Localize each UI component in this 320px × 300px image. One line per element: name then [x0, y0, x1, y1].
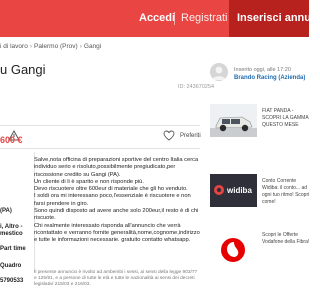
- ad-description: Salve,nota officina di preparazioni spor…: [34, 157, 200, 245]
- sidebar-ad-text: FIAT PANDA - SCOPRI LA GAMMA QUESTO MESE: [262, 108, 309, 128]
- detail-category-cont: mestico: [0, 231, 23, 237]
- description-paragraph: Salve,nota officina di preparazioni spor…: [34, 157, 199, 178]
- seller-post-time: Inserito oggi, alle 17:20: [234, 67, 291, 73]
- favorites-label[interactable]: Preferiti: [180, 133, 201, 139]
- detail-reference: 5790533: [0, 278, 24, 284]
- breadcrumb-item-city[interactable]: Gangi: [84, 43, 101, 50]
- description-paragraph: Un cliente di li è sparito e non rispond…: [34, 178, 144, 185]
- description-paragraph: Devo riscuotere oltre 600eur di material…: [34, 186, 188, 193]
- legal-note: Il presente annuncio è rivolto ad ambemb…: [34, 270, 198, 288]
- post-ad-button[interactable]: Inserisci annu: [229, 0, 311, 37]
- sidebar-ad-fiat[interactable]: FIAT PANDA - SCOPRI LA GAMMA QUESTO MESE: [210, 104, 308, 144]
- sidebar-ad-text: Conto Corrente Widiba: il conto... ad og…: [262, 178, 310, 205]
- user-silhouette-icon: [212, 66, 226, 80]
- detail-contract: Part time: [0, 246, 26, 252]
- avatar[interactable]: [210, 63, 228, 81]
- top-navigation-bar: Accedi Registrati Inserisci annu: [0, 0, 311, 37]
- breadcrumb-item-category[interactable]: i di lavoro: [0, 43, 28, 50]
- detail-category: i, Altro -: [0, 224, 23, 230]
- page-title: u Gangi: [0, 62, 46, 77]
- breadcrumb-item-province[interactable]: Palermo (Prov): [34, 43, 78, 50]
- nav-divider: [174, 12, 175, 25]
- description-paragraph: Sono quindi disposto ad avere anche solo…: [34, 208, 199, 222]
- sidebar-ad-vodafone[interactable]: Scopri le Offerte Vodafone della Fibra!: [210, 228, 309, 273]
- register-button[interactable]: Registrati: [181, 0, 227, 37]
- ad-id: ID: 243670254: [178, 84, 215, 90]
- widiba-logo-text: widiba: [226, 186, 252, 195]
- breadcrumb: i di lavoro › Palermo (Prov) › Gangi: [0, 43, 101, 50]
- login-button[interactable]: Accedi: [139, 0, 175, 37]
- detail-level: Quadro: [0, 263, 22, 269]
- description-paragraph: Chi realmente interessato risponda all'a…: [34, 222, 200, 244]
- ad-price: 600 €: [0, 135, 23, 145]
- divider: [0, 125, 200, 126]
- divider: [0, 148, 200, 149]
- vodafone-logo-icon: [210, 228, 257, 273]
- seller-name-link[interactable]: Brando Racing (Azienda): [234, 75, 305, 81]
- detail-location: (PA): [0, 208, 12, 214]
- sidebar-ad-widiba[interactable]: widiba Conto Corrente Widiba: il conto..…: [210, 174, 309, 214]
- sidebar-ad-text: Scopri le Offerte Vodafone della Fibra!: [262, 232, 310, 245]
- description-paragraph: I soldi ora mi interessano poco,l'essenz…: [34, 193, 191, 207]
- widiba-logo-icon: widiba: [210, 174, 257, 207]
- heart-icon[interactable]: [163, 130, 175, 141]
- car-image-icon: [210, 104, 257, 137]
